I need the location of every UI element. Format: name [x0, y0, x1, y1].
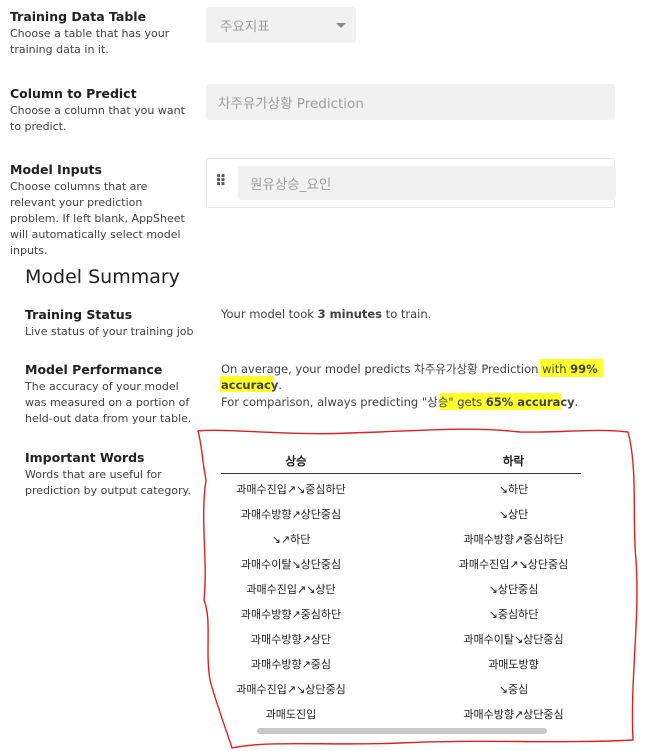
annotation-circle — [197, 428, 638, 749]
